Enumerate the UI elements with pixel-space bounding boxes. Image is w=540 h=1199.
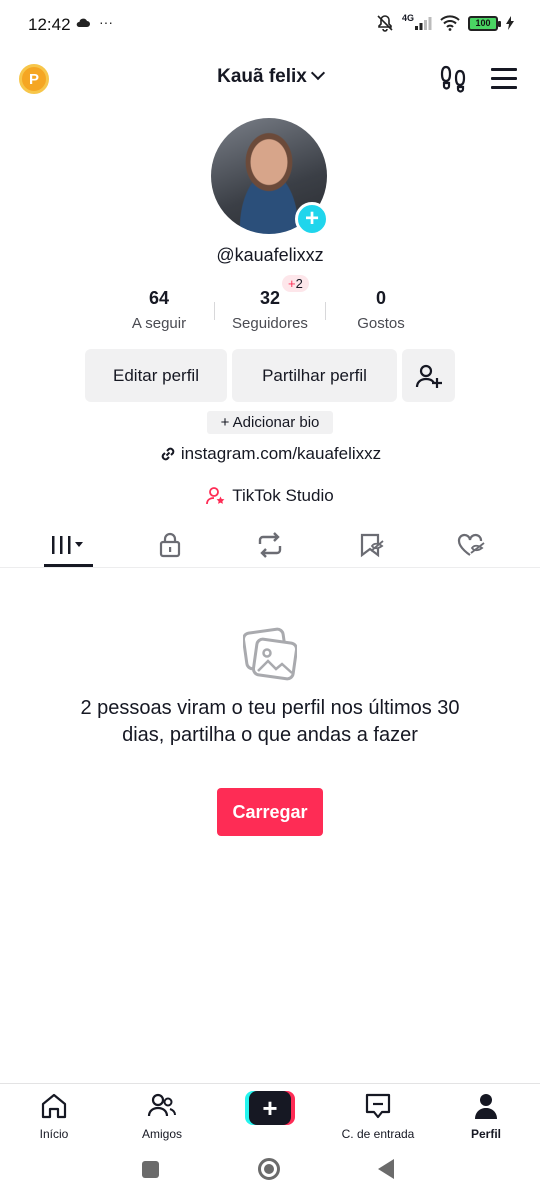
stat-following[interactable]: 64 A seguir <box>104 288 214 332</box>
add-bio-button[interactable]: + Adicionar bio <box>207 411 333 434</box>
back-button[interactable] <box>378 1159 394 1179</box>
add-avatar-button[interactable]: + <box>295 202 329 236</box>
nav-home[interactable]: Início <box>4 1092 104 1141</box>
stat-likes[interactable]: 0 Gostos <box>326 288 436 332</box>
upload-button[interactable]: Carregar <box>217 788 323 836</box>
active-tab-indicator <box>44 564 93 567</box>
lock-icon <box>159 532 181 558</box>
tab-private[interactable] <box>116 523 224 567</box>
bottom-navigation: Início Amigos + C. de entrada Perfil <box>0 1083 540 1143</box>
edit-profile-button[interactable]: Editar perfil <box>85 349 227 402</box>
share-profile-button[interactable]: Partilhar perfil <box>232 349 397 402</box>
system-navigation <box>0 1143 540 1199</box>
signal-icon <box>415 17 432 30</box>
recents-button[interactable] <box>142 1161 159 1178</box>
add-user-icon <box>415 364 442 388</box>
profile-header: P Kauã felix <box>0 56 540 102</box>
home-icon <box>41 1093 67 1119</box>
chevron-down-icon <box>310 65 325 81</box>
add-friends-button[interactable] <box>402 349 455 402</box>
nav-profile[interactable]: Perfil <box>436 1092 536 1141</box>
videos-grid-icon <box>52 536 83 554</box>
stat-followers[interactable]: 32 Seguidores <box>215 288 325 332</box>
tab-videos[interactable] <box>15 523 123 567</box>
footprints-icon[interactable] <box>440 64 468 94</box>
cloud-icon <box>76 18 90 27</box>
empty-state-message: 2 pessoas viram o teu perfil nos últimos… <box>80 697 460 746</box>
charging-icon <box>506 16 514 30</box>
tiktok-studio-link[interactable]: TikTok Studio <box>0 486 540 506</box>
wifi-icon <box>440 15 460 31</box>
studio-icon <box>206 487 225 505</box>
plus-icon: + <box>249 1091 291 1125</box>
studio-label: TikTok Studio <box>232 486 334 505</box>
profile-link-text: instagram.com/kauafelixxz <box>180 444 382 463</box>
network-type: 4G <box>401 13 414 23</box>
username: @kauafelixxz <box>216 245 324 265</box>
bell-muted-icon <box>377 15 393 32</box>
status-time: 12:42 <box>28 15 71 34</box>
tab-reposts[interactable] <box>216 523 324 567</box>
home-button[interactable] <box>258 1158 280 1180</box>
account-switcher[interactable]: Kauã felix <box>217 65 325 87</box>
menu-icon[interactable] <box>491 68 517 95</box>
tab-liked[interactable] <box>418 523 526 567</box>
profile-link[interactable]: instagram.com/kauafelixxz <box>0 444 540 464</box>
inbox-icon <box>365 1093 391 1119</box>
status-bar: 12:42 ··· 4G 100 <box>0 0 540 52</box>
nav-friends[interactable]: Amigos <box>112 1092 212 1141</box>
profile-tabs <box>0 523 540 568</box>
tab-favorites[interactable] <box>318 523 426 567</box>
profile-name: Kauã felix <box>217 66 307 87</box>
profile-icon <box>475 1094 497 1119</box>
friends-icon <box>147 1093 176 1117</box>
liked-icon <box>457 533 485 556</box>
link-icon <box>161 447 175 461</box>
repost-icon <box>258 532 282 558</box>
favorites-icon <box>360 533 384 558</box>
more-notifications-dots: ··· <box>99 14 113 30</box>
profile-stats: 64 A seguir 32 Seguidores 0 Gostos <box>0 288 540 338</box>
create-button[interactable]: + <box>245 1091 295 1125</box>
nav-inbox[interactable]: C. de entrada <box>328 1092 428 1141</box>
photos-icon <box>243 627 297 681</box>
battery-level: 100 <box>475 18 491 28</box>
battery-icon: 100 <box>468 15 501 31</box>
